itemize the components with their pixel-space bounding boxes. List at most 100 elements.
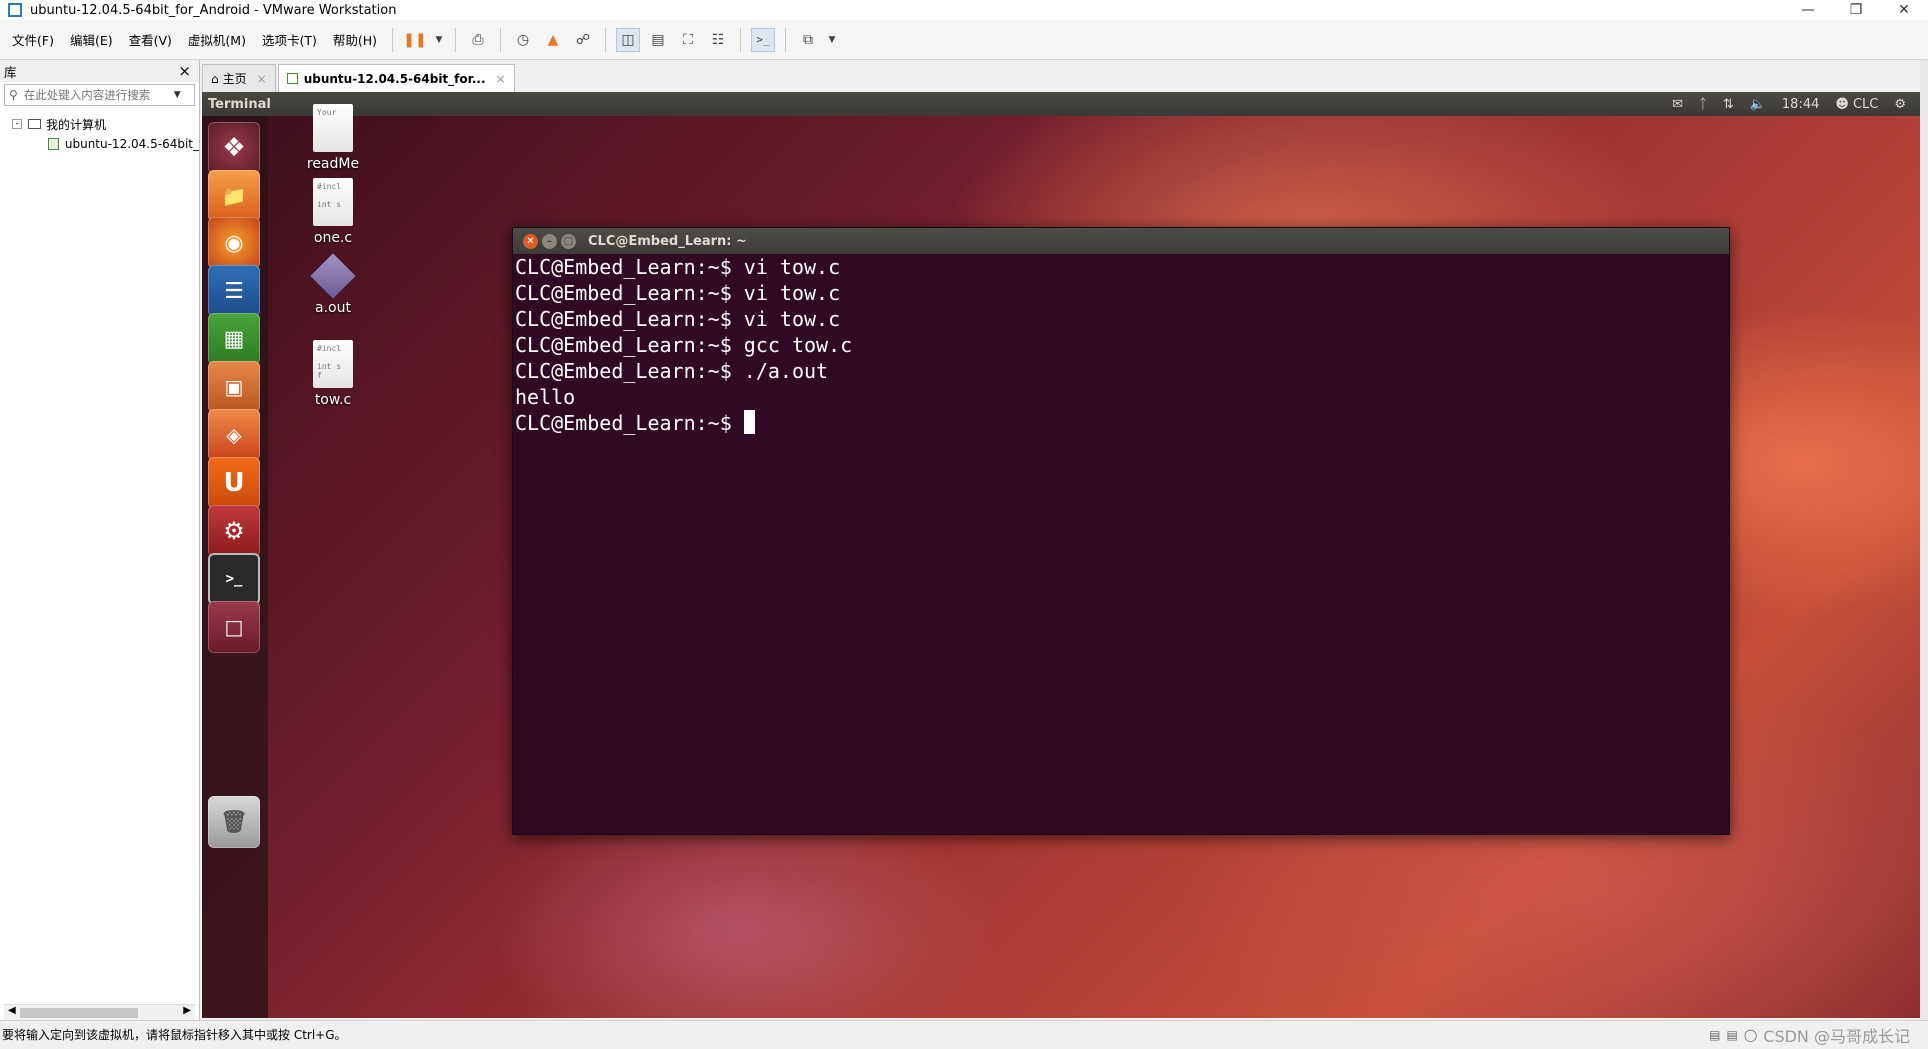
volume-icon[interactable]: 🔈 [1750,97,1766,112]
vm-console[interactable]: Terminal ✉ ᛏ ⇅ 🔈 18:44 ☻ CLC ⚙ ❖ 📁 ◉ ☰ ▦… [202,92,1920,1018]
vmware-logo-icon [8,3,22,17]
gear-icon[interactable]: ⚙ [1894,97,1906,112]
hard-disk-icon[interactable]: ▤ [1709,1028,1720,1042]
tab-ubuntu-vm[interactable]: ubuntu-12.04.5-64bit_for... × [277,64,515,92]
menu-view[interactable]: 查看(V) [121,30,180,49]
close-icon[interactable]: ✕ [1880,0,1928,20]
menu-vm[interactable]: 虚拟机(M) [180,30,254,49]
minimize-icon[interactable]: – [542,233,557,249]
text-cursor [743,410,755,434]
cd-drive-icon[interactable]: ▤ [1727,1028,1738,1042]
show-library-icon[interactable]: ◫ [616,27,641,52]
tab-bar: ⌂ 主页 × ubuntu-12.04.5-64bit_for... × [202,62,1920,92]
toolbar-separator [455,27,457,52]
title-bar: ubuntu-12.04.5-64bit_for_Android - VMwar… [0,0,1928,20]
unity-mode-icon[interactable]: ☷ [706,28,730,52]
toolbar-separator [392,27,394,52]
computer-icon [28,119,41,129]
scrollbar-thumb[interactable] [20,1008,138,1018]
trash-icon[interactable]: 🗑 [208,796,260,848]
close-icon[interactable]: × [257,72,267,86]
network-icon[interactable]: ⇅ [1723,97,1734,112]
menu-bar: 文件(F) 编辑(E) 查看(V) 虚拟机(M) 选项卡(T) 帮助(H) ❚❚… [0,20,1928,60]
menu-help[interactable]: 帮助(H) [325,30,385,49]
calc-icon[interactable]: ▦ [208,313,260,365]
system-settings-icon[interactable]: ⚙ [208,505,260,557]
scroll-right-icon[interactable]: ▶ [183,1005,191,1016]
terminal-line: CLC@Embed_Learn:~$ ./a.out [515,359,829,383]
horizontal-scrollbar[interactable]: ◀ ▶ [4,1004,195,1020]
terminal-prompt-line[interactable]: CLC@Embed_Learn:~$ [515,410,1727,436]
writer-icon[interactable]: ☰ [208,265,260,317]
workspace-switcher-icon[interactable]: □ [208,601,260,653]
impress-icon[interactable]: ▣ [208,361,260,413]
thumbnail-bar-icon[interactable]: ▤ [646,28,670,52]
desktop-icon-a-out[interactable]: a.out [288,253,378,316]
status-bar: 要将输入定向到该虚拟机，请将鼠标指针移入其中或按 Ctrl+G。 ▤ ▤ ◯ C… [0,1020,1928,1048]
network-adapter-icon[interactable]: ◯ [1744,1028,1757,1042]
vertical-scrollbar[interactable] [1920,60,1928,1020]
library-search[interactable]: ⚲ ▼ [4,84,195,106]
stretch-guest-icon[interactable]: ⧉ [796,28,820,52]
desktop-icon-one-c[interactable]: #incl int s one.c [288,178,378,246]
clock[interactable]: 18:44 [1782,97,1819,112]
terminal-line: hello [515,385,576,409]
ubuntu-launcher: ❖ 📁 ◉ ☰ ▦ ▣ ◈ U ⚙ >_ □ 🗑 [202,116,268,1018]
menu-edit[interactable]: 编辑(E) [62,30,121,49]
tree-label: 我的计算机 [46,117,107,132]
full-screen-icon[interactable]: ⛶ [676,28,700,52]
tree-item-my-computer[interactable]: - 我的计算机 [0,114,199,134]
revert-snapshot-icon[interactable]: ▲ [541,28,565,52]
restore-icon[interactable]: ❐ [1832,0,1880,20]
desktop-icon-label: tow.c [314,392,352,408]
snapshot-icon[interactable]: ◷ [511,28,535,52]
mail-icon[interactable]: ✉ [1672,97,1683,112]
search-input[interactable] [23,88,174,102]
dash-home-icon[interactable]: ❖ [208,122,260,174]
bluetooth-icon[interactable]: ᛏ [1699,97,1707,112]
firefox-icon[interactable]: ◉ [208,217,260,269]
close-icon[interactable]: × [178,62,191,80]
window-title: ubuntu-12.04.5-64bit_for_Android - VMwar… [30,2,397,18]
desktop-icon-tow-c[interactable]: #incl int s f tow.c [288,340,378,408]
terminal-window[interactable]: ✕ – □ CLC@Embed_Learn: ~ CLC@Embed_Learn… [512,227,1730,835]
collapse-icon[interactable]: - [12,119,22,129]
chevron-down-icon[interactable]: ▼ [433,28,445,52]
library-header: 库 × [0,60,199,82]
c-source-icon: #incl int s f [313,340,353,388]
files-icon[interactable]: 📁 [208,170,260,222]
console-view-icon[interactable]: >_ [751,27,776,52]
scroll-left-icon[interactable]: ◀ [8,1005,16,1016]
send-ctrl-alt-del-icon[interactable]: ⎙ [466,28,490,52]
ubuntu-top-panel: Terminal ✉ ᛏ ⇅ 🔈 18:44 ☻ CLC ⚙ [202,92,1920,116]
desktop-icon-label: a.out [315,300,351,316]
menu-tabs[interactable]: 选项卡(T) [254,30,325,49]
pause-icon[interactable]: ❚❚ [403,28,427,52]
close-icon[interactable]: ✕ [523,233,538,249]
status-message: 要将输入定向到该虚拟机，请将鼠标指针移入其中或按 Ctrl+G。 [2,1028,347,1042]
maximize-icon[interactable]: □ [561,233,576,249]
tab-label: ubuntu-12.04.5-64bit_for... [303,71,486,86]
library-tree: - 我的计算机 ubuntu-12.04.5-64bit_ [0,114,199,154]
software-center-icon[interactable]: ◈ [208,409,260,461]
tree-item-vm[interactable]: ubuntu-12.04.5-64bit_ [0,134,199,154]
snapshot-manager-icon[interactable]: ☍ [571,28,595,52]
tab-home[interactable]: ⌂ 主页 × [202,64,276,92]
desktop-icon-label: one.c [313,230,353,246]
terminal-output[interactable]: CLC@Embed_Learn:~$ vi tow.c CLC@Embed_Lea… [513,254,1729,834]
close-icon[interactable]: × [496,72,506,86]
chevron-down-icon[interactable]: ▼ [174,90,181,100]
menu-file[interactable]: 文件(F) [4,30,62,49]
ubuntu-one-icon[interactable]: U [208,457,260,509]
user-icon[interactable]: ☻ [1835,97,1849,112]
chevron-down-icon[interactable]: ▼ [826,28,838,52]
terminal-titlebar[interactable]: ✕ – □ CLC@Embed_Learn: ~ [513,228,1729,254]
tree-label: ubuntu-12.04.5-64bit_ [64,137,199,151]
home-icon: ⌂ [211,71,219,86]
terminal-line: CLC@Embed_Learn:~$ gcc tow.c [515,333,853,357]
user-name[interactable]: CLC [1853,97,1878,112]
desktop-icon-readme[interactable]: Your readMe [288,104,378,172]
terminal-icon[interactable]: >_ [208,553,260,605]
minimize-icon[interactable]: — [1784,0,1832,20]
document-icon: Your [313,104,353,152]
